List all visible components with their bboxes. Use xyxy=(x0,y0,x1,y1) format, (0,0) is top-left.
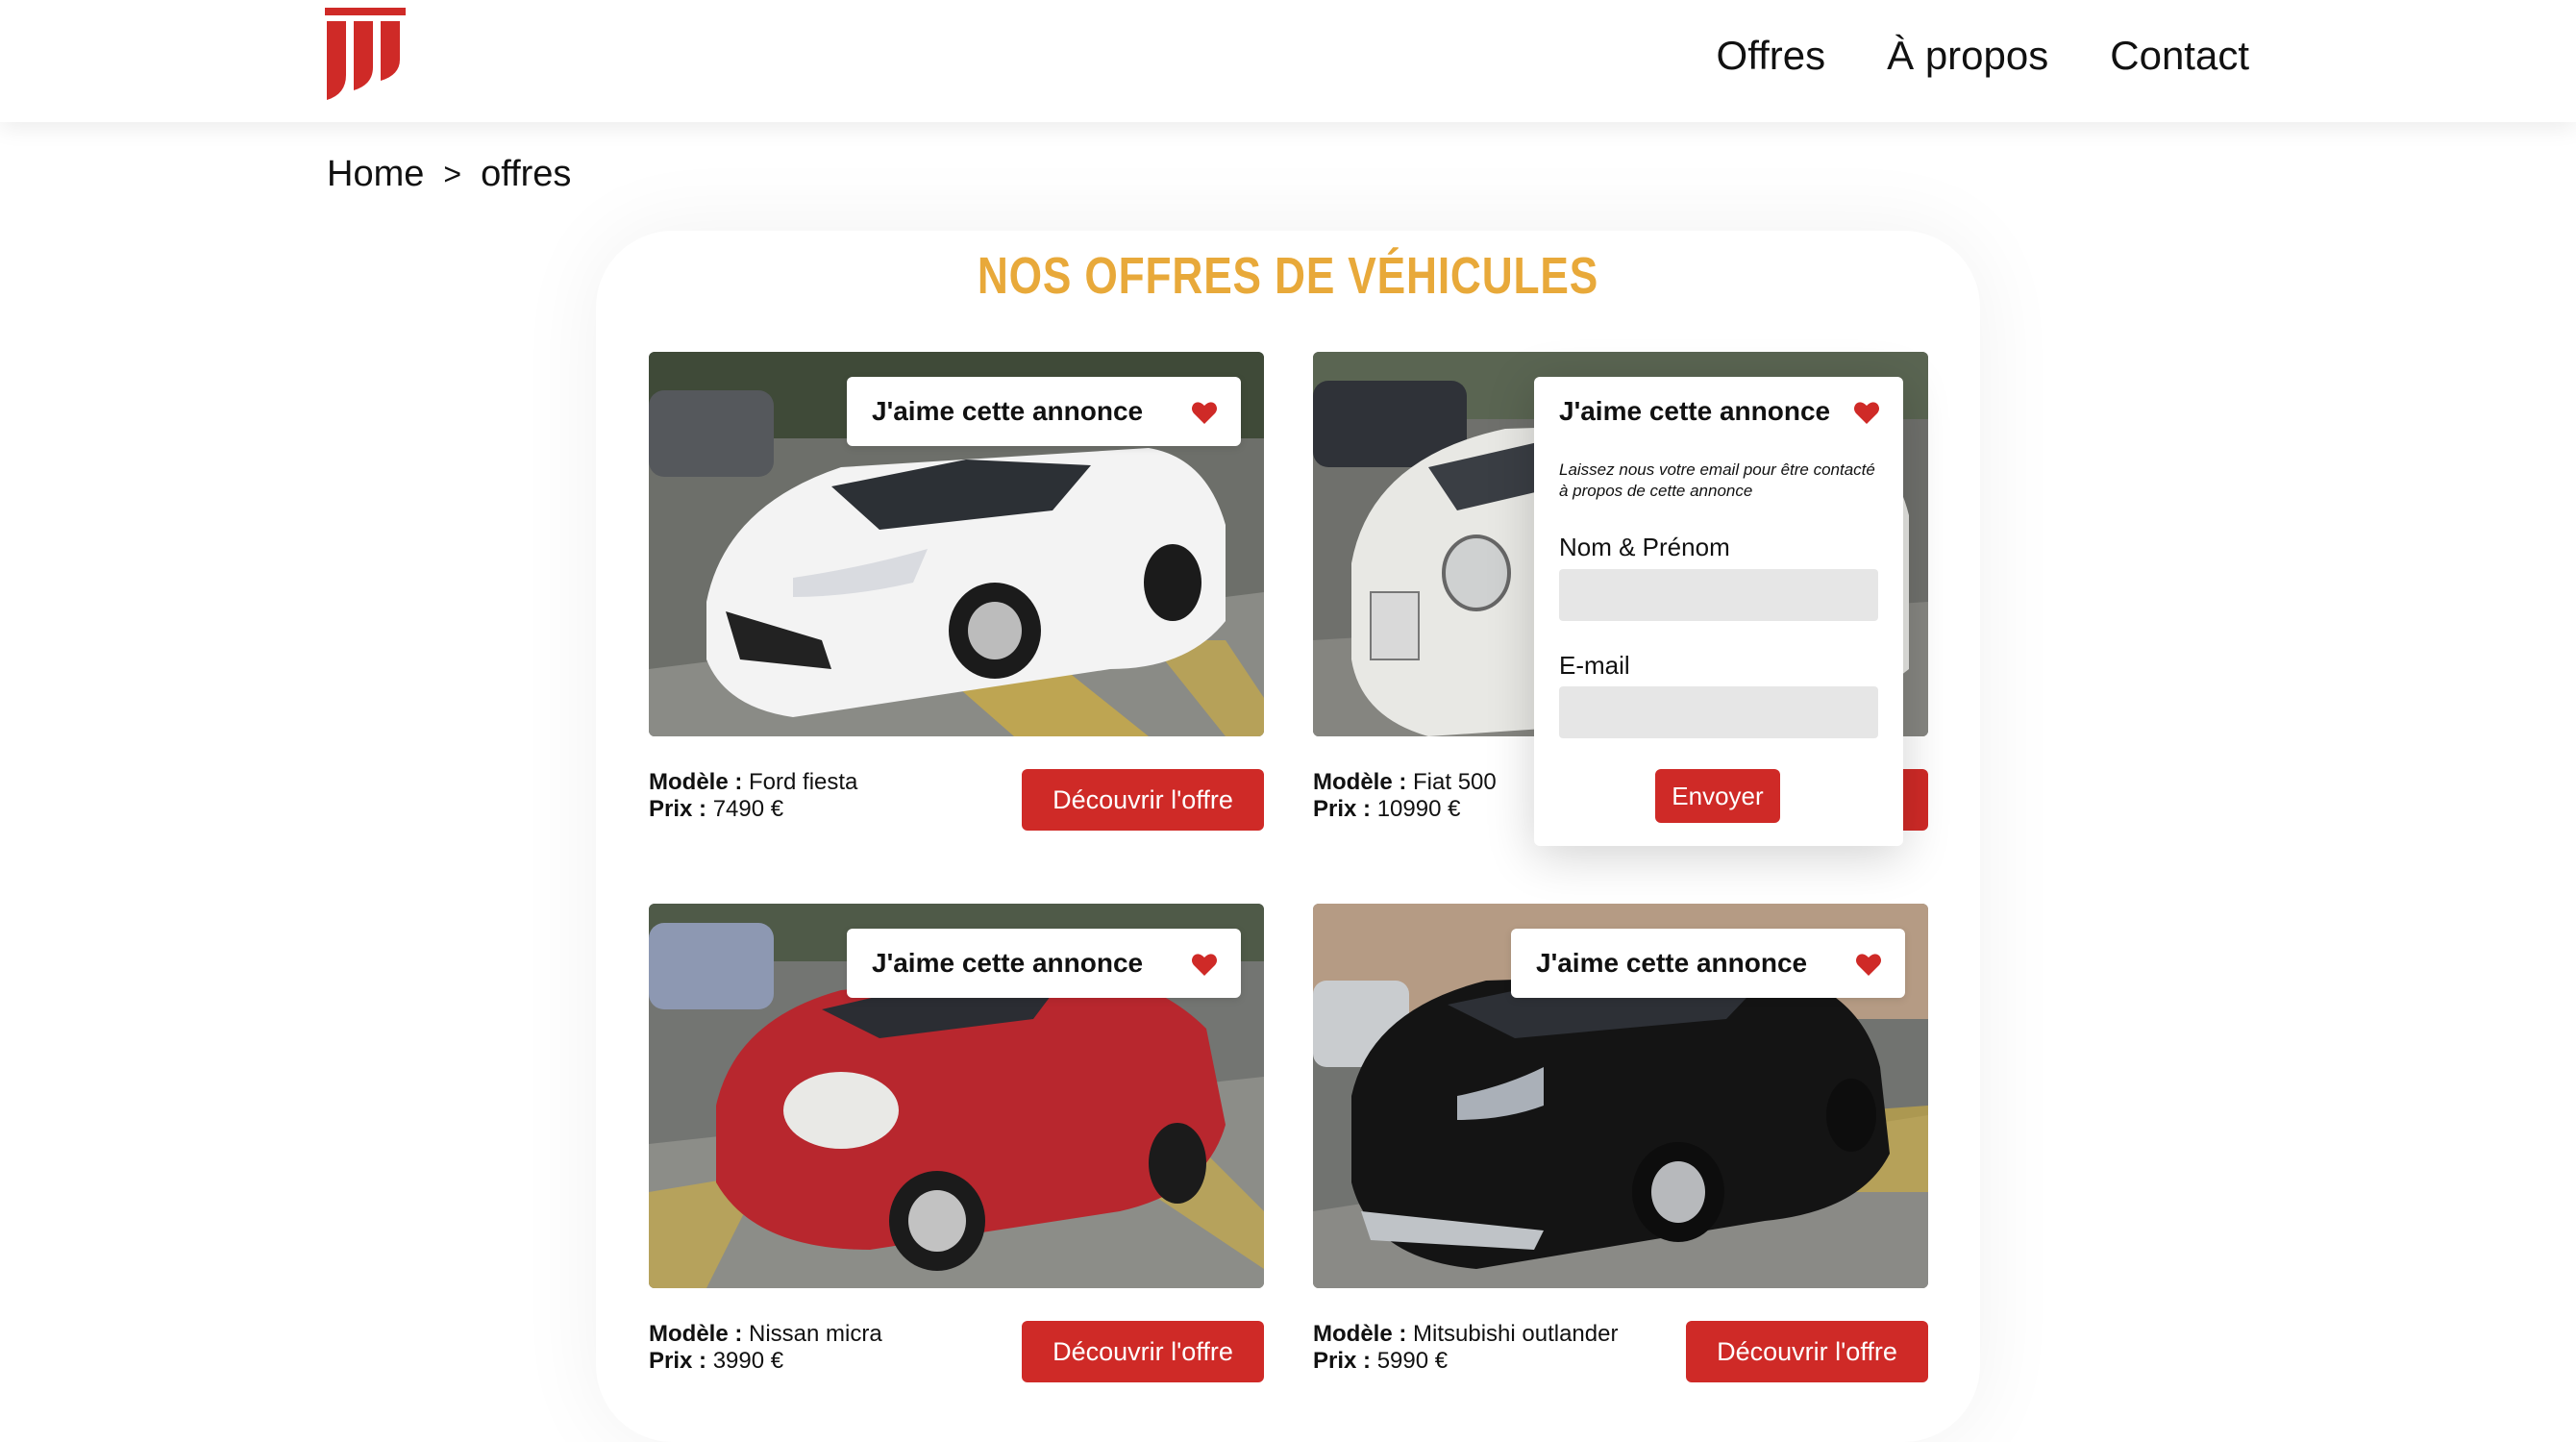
price-line: Prix : 5990 € xyxy=(1313,1348,1618,1375)
site-header: Offres À propos Contact xyxy=(0,0,2576,122)
breadcrumb-home[interactable]: Home xyxy=(327,154,424,195)
price-label: Prix : xyxy=(1313,1348,1372,1374)
nav-a-propos[interactable]: À propos xyxy=(1887,33,2048,79)
model-value: Nissan micra xyxy=(749,1321,882,1347)
like-button[interactable]: J'aime cette annonce xyxy=(1511,929,1905,998)
like-button[interactable]: J'aime cette annonce xyxy=(847,929,1241,998)
heart-icon xyxy=(1192,954,1217,976)
price-line: Prix : 7490 € xyxy=(649,796,857,823)
breadcrumb-separator: > xyxy=(443,157,462,191)
offer-meta: Modèle : Mitsubishi outlander Prix : 599… xyxy=(1313,1321,1618,1375)
popup-description: Laissez nous votre email pour être conta… xyxy=(1559,460,1875,500)
offer-card: J'aime cette annonce Modèle : Nissan mic… xyxy=(649,904,1264,1382)
discover-offer-button[interactable]: Découvrir l'offre xyxy=(1022,769,1264,831)
model-line: Modèle : Ford fiesta xyxy=(649,769,857,796)
model-value: Fiat 500 xyxy=(1413,769,1497,795)
email-field[interactable] xyxy=(1559,686,1878,738)
price-value: 5990 € xyxy=(1376,1348,1449,1374)
price-line: Prix : 3990 € xyxy=(649,1348,882,1375)
like-contact-popup: J'aime cette annonce Laissez nous votre … xyxy=(1534,377,1903,846)
heart-icon xyxy=(1192,402,1217,424)
discover-offer-button[interactable]: Découvrir l'offre xyxy=(1686,1321,1928,1382)
model-label: Modèle : xyxy=(1313,769,1407,795)
brand-logo[interactable] xyxy=(325,8,406,102)
car-photo[interactable]: J'aime cette annonce xyxy=(649,352,1264,736)
price-label: Prix : xyxy=(649,796,707,822)
discover-offer-button[interactable]: Découvrir l'offre xyxy=(1022,1321,1264,1382)
price-value: 7490 € xyxy=(712,796,784,822)
model-line: Modèle : Mitsubishi outlander xyxy=(1313,1321,1618,1348)
car-photo[interactable]: J'aime cette annonce xyxy=(649,904,1264,1288)
price-value: 3990 € xyxy=(712,1348,784,1374)
breadcrumb-current: offres xyxy=(481,154,572,194)
heart-icon xyxy=(1856,954,1881,976)
offer-meta: Modèle : Ford fiesta Prix : 7490 € xyxy=(649,769,857,823)
offer-meta: Modèle : Nissan micra Prix : 3990 € xyxy=(649,1321,882,1375)
nav-offres[interactable]: Offres xyxy=(1717,33,1826,79)
name-label: Nom & Prénom xyxy=(1559,533,1730,561)
offer-card: J'aime cette annonce Modèle : Ford fiest… xyxy=(649,352,1264,831)
email-label: E-mail xyxy=(1559,651,1630,680)
model-label: Modèle : xyxy=(649,1321,743,1347)
offer-meta: Modèle : Fiat 500 Prix : 10990 € xyxy=(1313,769,1497,823)
model-label: Modèle : xyxy=(649,769,743,795)
submit-button[interactable]: Envoyer xyxy=(1655,769,1780,823)
name-field[interactable] xyxy=(1559,569,1878,621)
heart-icon[interactable] xyxy=(1853,400,1880,425)
price-label: Prix : xyxy=(1313,796,1372,822)
model-value: Mitsubishi outlander xyxy=(1413,1321,1619,1347)
offer-card: J'aime cette annonce Modèle : Mitsubishi… xyxy=(1313,904,1928,1382)
like-label: J'aime cette annonce xyxy=(872,948,1144,978)
page-title: NOS OFFRES DE VÉHICULES xyxy=(977,247,1599,305)
car-photo[interactable]: J'aime cette annonce xyxy=(1313,904,1928,1288)
model-line: Modèle : Fiat 500 xyxy=(1313,769,1497,796)
like-label: J'aime cette annonce xyxy=(872,396,1144,426)
price-line: Prix : 10990 € xyxy=(1313,796,1497,823)
price-label: Prix : xyxy=(649,1348,707,1374)
price-value: 10990 € xyxy=(1376,796,1461,822)
like-button[interactable]: J'aime cette annonce xyxy=(847,377,1241,446)
model-value: Ford fiesta xyxy=(749,769,858,795)
like-label: J'aime cette annonce xyxy=(1536,948,1808,978)
model-line: Modèle : Nissan micra xyxy=(649,1321,882,1348)
breadcrumb: Home > offres xyxy=(327,154,571,195)
nav-contact[interactable]: Contact xyxy=(2110,33,2249,79)
popup-title[interactable]: J'aime cette annonce xyxy=(1559,396,1830,427)
main-nav: Offres À propos Contact xyxy=(1717,33,2249,79)
model-label: Modèle : xyxy=(1313,1321,1407,1347)
